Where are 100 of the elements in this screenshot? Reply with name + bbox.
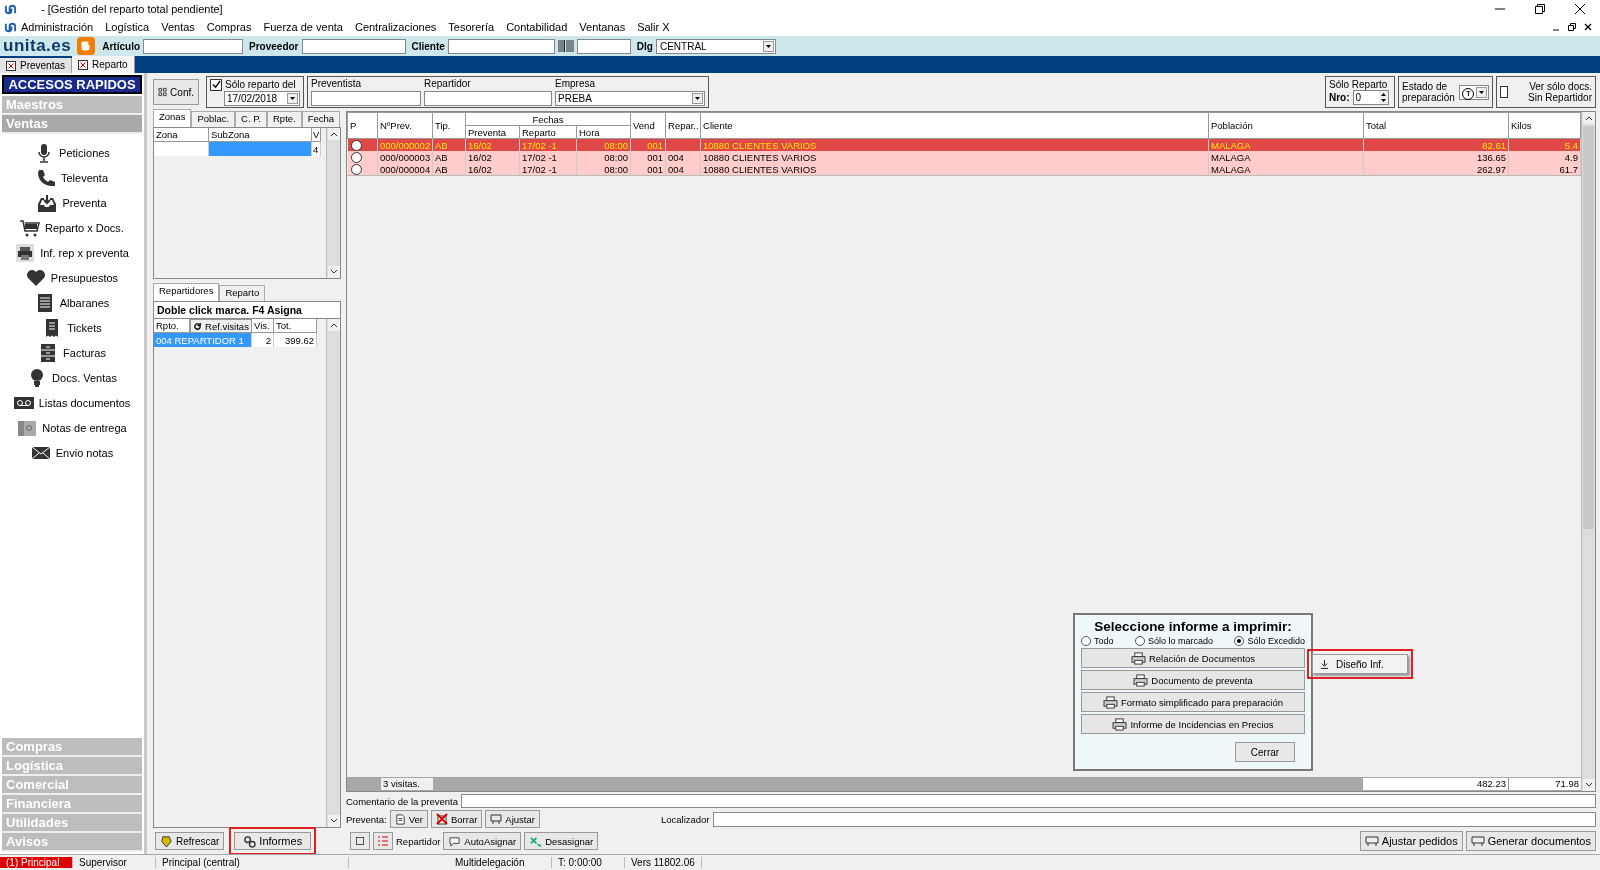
toolbar-button[interactable]: AutoAsignar — [443, 832, 522, 850]
toolbar-button[interactable]: Ver — [389, 810, 428, 828]
table-cell: 5.4 — [1564, 139, 1578, 151]
field-label: Repartidor — [396, 835, 441, 847]
close-icon[interactable] — [1575, 4, 1585, 14]
input-field[interactable] — [301, 38, 406, 54]
restore-icon[interactable] — [1535, 4, 1545, 14]
heart-icon[interactable] — [25, 267, 46, 288]
report-button[interactable]: Informe de Incidencias en Precios — [1081, 714, 1305, 734]
report-button[interactable]: Documento de preventa — [1081, 670, 1305, 690]
radio-button[interactable] — [1234, 636, 1245, 646]
refresh-visits-button[interactable]: Ref.visitas — [190, 319, 252, 333]
comment-field[interactable] — [460, 794, 1596, 808]
sidebar-item[interactable]: Reparto x Docs. — [45, 221, 124, 234]
radio-button[interactable] — [1081, 636, 1091, 646]
sidebar-item[interactable]: Envio notas — [55, 446, 114, 459]
menu-item[interactable]: Logística — [105, 21, 150, 33]
column-header: Vend — [630, 112, 666, 139]
document-tab[interactable]: Reparto — [72, 56, 135, 73]
dlg-select[interactable]: CENTRAL — [655, 38, 776, 54]
scroll-up-icon[interactable] — [327, 128, 340, 140]
document-tab[interactable]: Preventas — [0, 58, 73, 73]
cart-icon[interactable] — [20, 217, 41, 238]
toolbar-button[interactable]: Borrar — [430, 810, 483, 828]
sidebar-item[interactable]: Preventa — [62, 196, 107, 209]
radio-button[interactable] — [350, 151, 362, 163]
zone-tab[interactable]: Fecha — [301, 111, 341, 127]
phone-icon[interactable] — [35, 167, 56, 188]
radio-button[interactable] — [350, 139, 362, 151]
zone-tab[interactable]: Poblac. — [191, 111, 236, 127]
zone-tab[interactable]: C. P. — [235, 111, 267, 127]
scroll-up-icon[interactable] — [1582, 112, 1595, 124]
delete-icon — [435, 813, 448, 825]
printer-icon — [1112, 717, 1128, 731]
conf-button[interactable]: Conf. — [153, 79, 199, 105]
report-button[interactable]: Relación de Documentos — [1081, 648, 1305, 668]
close-icon[interactable] — [78, 59, 89, 70]
input-field[interactable] — [311, 91, 421, 106]
sidebar-item[interactable]: Tickets — [67, 321, 102, 334]
menu-item[interactable]: Contabilidad — [506, 21, 568, 33]
input-field[interactable] — [576, 38, 631, 54]
zone-tab[interactable]: Zonas — [153, 109, 192, 127]
context-menu[interactable]: Diseño Inf. — [1312, 654, 1408, 674]
sidebar-title: ACCESOS RAPIDOS — [2, 75, 142, 94]
radio-button[interactable] — [350, 163, 362, 175]
sidebar-item[interactable]: Televenta — [60, 171, 109, 184]
repartidor-tab[interactable]: Reparto — [219, 285, 266, 301]
toolbar-button[interactable]: Desasignar — [524, 832, 599, 850]
inbox-icon[interactable] — [37, 192, 58, 213]
checkbox[interactable] — [210, 78, 222, 91]
sidebar-item[interactable]: Peticiones — [59, 146, 110, 159]
sidebar-item[interactable]: Facturas — [63, 346, 106, 359]
zone-tab[interactable]: Rpte. — [267, 111, 302, 127]
scroll-down-icon[interactable] — [1582, 779, 1595, 791]
scroll-up-icon[interactable] — [327, 319, 340, 331]
column-header: Total — [1363, 112, 1509, 139]
spinner-arrows-icon[interactable] — [1378, 91, 1388, 104]
radio-button[interactable] — [1134, 636, 1145, 646]
repartidor-tab[interactable]: Repartidores — [153, 283, 220, 301]
toolbar-button[interactable]: Refrescar — [155, 832, 225, 850]
report-button[interactable]: Formato simplificado para preparación — [1081, 692, 1305, 712]
restore-icon[interactable] — [1568, 23, 1576, 31]
scroll-down-icon[interactable] — [327, 815, 340, 827]
checkbox[interactable] — [1500, 86, 1508, 98]
square-button[interactable] — [350, 832, 370, 850]
printer-icon[interactable] — [15, 242, 36, 263]
menu-item[interactable]: Administración — [21, 21, 94, 33]
column-header: P — [347, 112, 378, 139]
sidebar-item[interactable]: Albaranes — [59, 296, 110, 309]
menu-item[interactable]: Salir X — [637, 21, 670, 33]
close-dialog-button[interactable]: Cerrar — [1235, 742, 1295, 762]
toolbar-button[interactable]: Ajustar — [485, 810, 540, 828]
menu-item[interactable]: Centralizaciones — [354, 21, 437, 33]
sidebar-item[interactable]: Notas de entrega — [42, 421, 127, 434]
date-field[interactable]: 17/02/2018 — [224, 90, 300, 106]
sidebar-item[interactable]: Presupuestos — [50, 271, 119, 284]
sidebar-item[interactable]: Listas documentos — [38, 396, 131, 409]
input-field[interactable] — [447, 38, 555, 54]
input-field[interactable] — [143, 38, 244, 54]
empresa-select[interactable]: PREBA — [555, 91, 705, 106]
menu-item[interactable]: Compras — [206, 21, 252, 33]
scrollbar-thumb[interactable] — [1583, 126, 1594, 529]
menu-item[interactable]: Fuerza de venta — [263, 21, 343, 33]
sidebar-item[interactable]: Inf. rep x preventa — [40, 246, 129, 259]
number-spinner[interactable]: 0 — [1352, 90, 1389, 105]
toolbar-button[interactable]: Generar documentos — [1465, 831, 1596, 851]
column-header: Vis. — [252, 319, 274, 333]
toolbar-button[interactable]: Ajustar pedidos — [1359, 831, 1463, 851]
locator-field[interactable] — [712, 811, 1596, 827]
close-icon[interactable] — [1584, 23, 1592, 31]
close-icon[interactable] — [6, 60, 16, 71]
menu-item[interactable]: Ventanas — [579, 21, 626, 33]
selected-cell[interactable] — [209, 142, 312, 156]
input-field[interactable] — [424, 91, 552, 106]
barcode-icon[interactable] — [557, 40, 574, 52]
menu-item[interactable]: Tesorería — [448, 21, 495, 33]
scroll-down-icon[interactable] — [327, 266, 340, 278]
sidebar-item[interactable]: Docs. Ventas — [52, 371, 117, 384]
menu-item[interactable]: Ventas — [161, 21, 195, 33]
table-cell: 16/02 — [468, 139, 492, 151]
